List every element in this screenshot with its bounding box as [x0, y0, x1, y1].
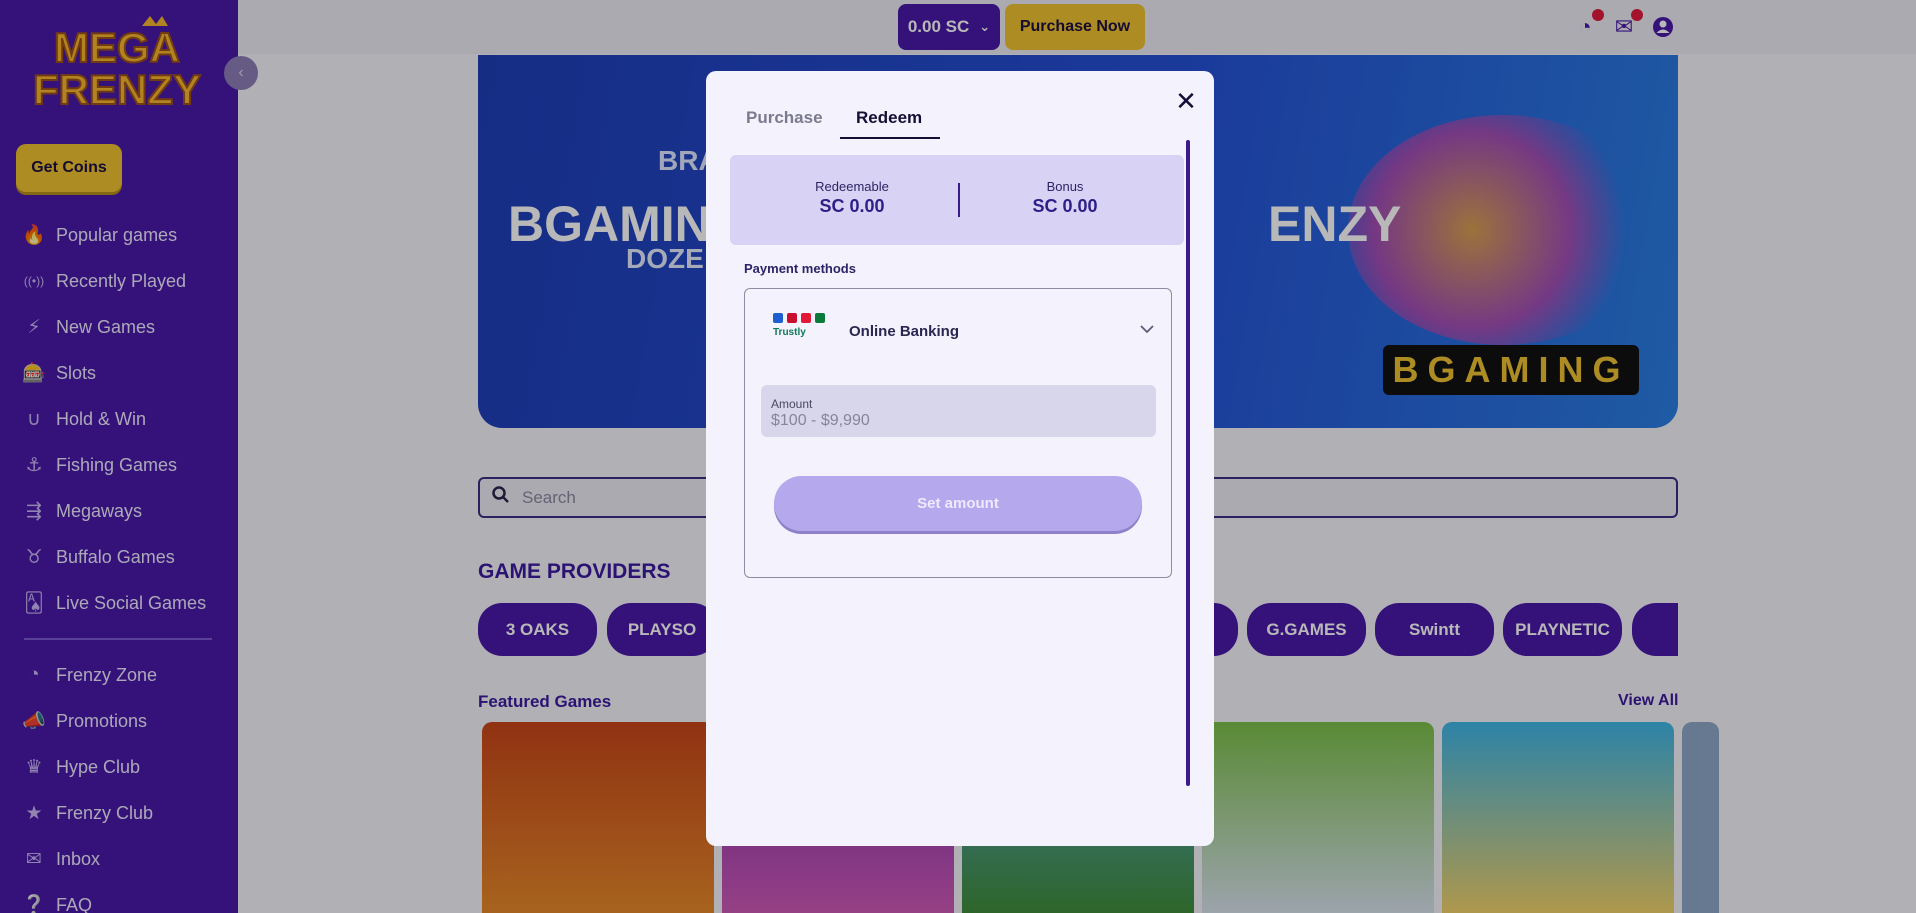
trustly-label: Trustly — [773, 327, 806, 338]
tab-purchase[interactable]: Purchase — [746, 108, 823, 128]
chevron-down-icon — [1139, 321, 1155, 339]
redeem-balance-panel: Redeemable SC 0.00 Bonus SC 0.00 — [730, 155, 1184, 245]
bonus-balance: Bonus SC 0.00 — [975, 179, 1155, 217]
tab-redeem[interactable]: Redeem — [856, 108, 922, 128]
redeemable-balance: Redeemable SC 0.00 — [762, 179, 942, 217]
amount-field[interactable]: Amount — [761, 385, 1156, 437]
bonus-label: Bonus — [1046, 179, 1084, 194]
amount-input[interactable] — [771, 412, 1141, 430]
modal-scrollbar[interactable] — [1186, 140, 1190, 786]
payment-method-panel: Trustly Online Banking Amount Set amount — [744, 288, 1172, 578]
payment-method-name: Online Banking — [849, 323, 960, 340]
amount-label: Amount — [771, 397, 813, 411]
close-icon[interactable]: ✕ — [1172, 86, 1200, 116]
redeemable-label: Redeemable — [815, 179, 889, 194]
balance-divider — [958, 183, 960, 217]
payment-method-select[interactable]: Trustly Online Banking — [745, 307, 1173, 357]
payment-methods-label: Payment methods — [744, 261, 856, 276]
active-tab-indicator — [840, 137, 940, 139]
redeemable-value: SC 0.00 — [819, 196, 885, 216]
set-amount-button[interactable]: Set amount — [774, 476, 1142, 531]
purchase-redeem-modal: Purchase Redeem ✕ Redeemable SC 0.00 Bon… — [706, 71, 1214, 846]
trustly-logo: Trustly — [773, 313, 835, 347]
bonus-value: SC 0.00 — [1032, 196, 1098, 216]
